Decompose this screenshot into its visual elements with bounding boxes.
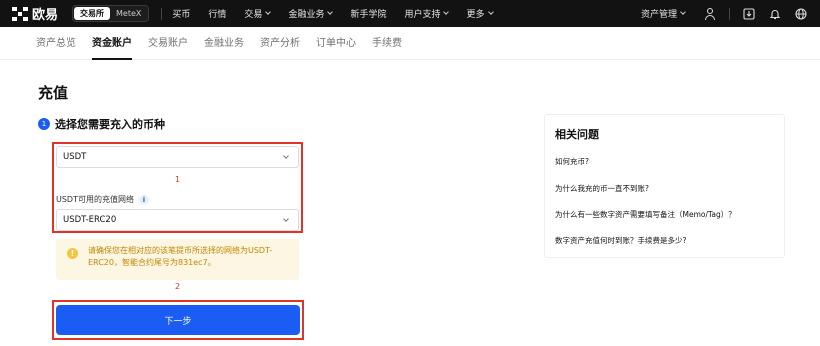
- faq-link[interactable]: 为什么有一些数字资产需要填写备注（Memo/Tag）？: [555, 209, 736, 220]
- nav-item-trade[interactable]: 交易: [244, 7, 272, 20]
- logo-text: 欧易: [32, 8, 59, 23]
- switch-exchange[interactable]: 交易所: [74, 7, 111, 20]
- chevron-down-icon: [327, 9, 334, 15]
- page-title: 充值: [38, 84, 69, 102]
- step-header: 1 选择您需要充入的币种: [38, 116, 165, 132]
- tab-finance[interactable]: 金融业务: [204, 27, 244, 60]
- chevron-down-icon: [443, 9, 450, 15]
- faq-link[interactable]: 为什么我充的币一直不到账?: [555, 183, 649, 194]
- globe-icon[interactable]: [794, 7, 808, 21]
- annotation-label-1: 1: [175, 175, 181, 184]
- next-step-button[interactable]: 下一步: [56, 305, 300, 335]
- tab-fees[interactable]: 手续费: [372, 27, 402, 60]
- faq-title: 相关问题: [555, 128, 599, 141]
- nav-item-academy[interactable]: 新手学院: [350, 7, 386, 20]
- nav-item-support[interactable]: 用户支持: [404, 7, 450, 20]
- nav-item-markets[interactable]: 行情: [208, 7, 226, 20]
- tab-asset-overview[interactable]: 资产总览: [36, 27, 76, 60]
- chevron-down-icon: [487, 9, 494, 15]
- warning-icon: !: [67, 248, 78, 259]
- nav-item-more[interactable]: 更多: [466, 7, 494, 20]
- faq-link[interactable]: 数字资产充值何时到账？手续费是多少?: [555, 235, 686, 246]
- tab-asset-analysis[interactable]: 资产分析: [260, 27, 300, 60]
- tab-funding-account[interactable]: 资金账户: [92, 27, 132, 60]
- okx-logo-icon: [12, 6, 28, 21]
- exchange-wallet-switch: 交易所 MeteX: [72, 5, 150, 22]
- tab-trading-account[interactable]: 交易账户: [148, 27, 188, 60]
- top-navbar: 欧易 交易所 MeteX 买币 行情 交易 金融业务 新手学院 用户支持 更多 …: [0, 0, 820, 27]
- step-number-badge: 1: [38, 118, 50, 130]
- nav-item-finance[interactable]: 金融业务: [288, 7, 334, 20]
- annotation-label-2: 2: [175, 282, 181, 291]
- nav-divider: [729, 7, 730, 20]
- faq-link[interactable]: 如何充币?: [555, 156, 589, 167]
- notice-text: 请确保您在相对应的该笔提币所选择的网络为USDT-ERC20，智能合约尾号为83…: [88, 246, 273, 267]
- chevron-down-icon: [680, 9, 686, 15]
- step-title: 选择您需要充入的币种: [55, 118, 165, 131]
- network-warning-notice: ! 请确保您在相对应的该笔提币所选择的网络为USDT-ERC20，智能合约尾号为…: [56, 239, 299, 280]
- logo[interactable]: 欧易: [12, 4, 58, 23]
- bell-icon[interactable]: [768, 7, 782, 21]
- chevron-down-icon: [265, 9, 272, 15]
- related-questions-panel: 相关问题 如何充币? 为什么我充的币一直不到账? 为什么有一些数字资产需要填写备…: [544, 114, 785, 258]
- asset-management-menu[interactable]: 资产管理: [641, 7, 686, 20]
- annotation-box-1: [52, 142, 303, 233]
- tab-order-center[interactable]: 订单中心: [316, 27, 356, 60]
- download-icon[interactable]: [742, 7, 756, 21]
- nav-divider: [161, 7, 163, 20]
- user-icon[interactable]: [703, 7, 717, 21]
- account-subnav: 资产总览 资金账户 交易账户 金融业务 资产分析 订单中心 手续费: [0, 27, 820, 60]
- switch-metex[interactable]: MeteX: [110, 7, 147, 20]
- nav-item-buy[interactable]: 买币: [172, 7, 190, 20]
